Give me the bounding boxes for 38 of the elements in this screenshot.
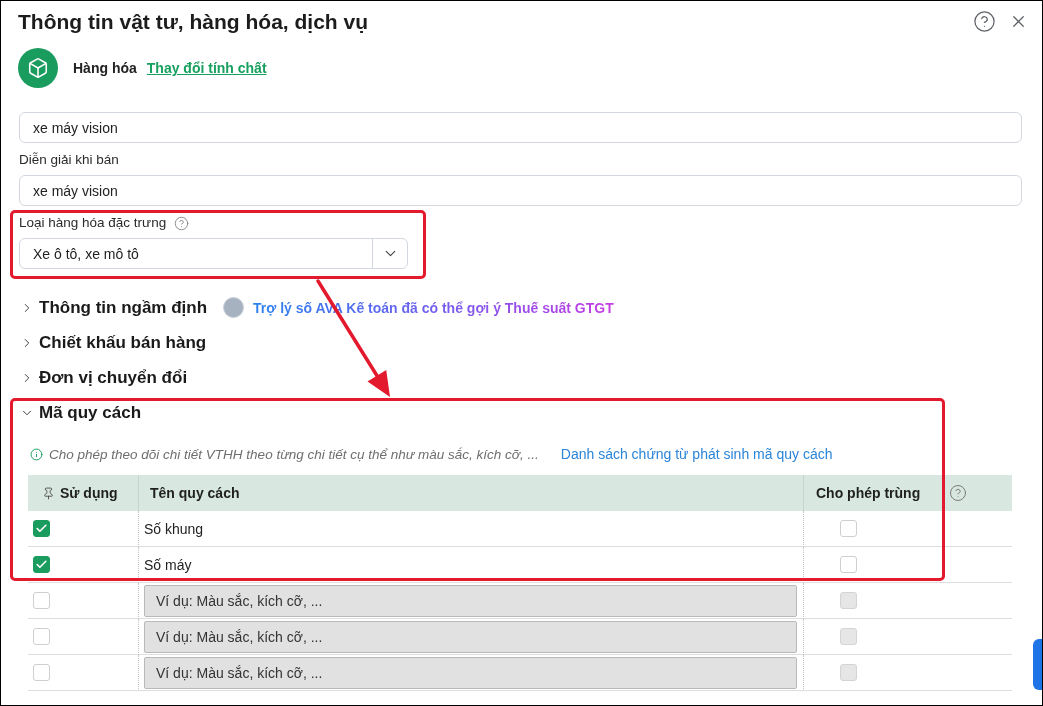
avatar-placeholder [223, 297, 245, 318]
field-label: Loại hàng hóa đặc trưng [19, 214, 167, 232]
input-field[interactable]: xe máy vision [19, 175, 1022, 206]
help-icon[interactable] [174, 215, 190, 231]
table-cell: Số máy [144, 556, 192, 573]
section-toggle[interactable]: Thông tin ngầm định [19, 297, 208, 318]
checkbox[interactable] [33, 520, 50, 537]
checkbox[interactable] [33, 664, 50, 681]
spec-name-input[interactable]: Ví dụ: Màu sắc, kích cỡ, ... [144, 620, 797, 653]
checkbox[interactable] [33, 556, 50, 573]
check-icon [35, 558, 48, 571]
cube-icon [18, 48, 58, 88]
help-icon[interactable] [973, 10, 996, 33]
checkbox[interactable] [840, 520, 857, 537]
section-toggle[interactable]: Đơn vị chuyển đổi [19, 367, 188, 388]
select-field[interactable]: Xe ô tô, xe mô tô [19, 238, 408, 269]
spec-name-input[interactable]: Ví dụ: Màu sắc, kích cỡ, ... [144, 656, 797, 689]
check-icon [35, 522, 48, 535]
dialog-title: Thông tin vật tư, hàng hóa, dịch vụ [18, 9, 369, 35]
input-field[interactable]: xe máy vision [19, 112, 1022, 143]
section-toggle[interactable]: Mã quy cách [19, 402, 142, 423]
column-header: Cho phép trùng [816, 485, 921, 501]
help-icon[interactable] [949, 484, 968, 502]
checkbox[interactable] [33, 628, 50, 645]
table-cell: Số khung [144, 520, 204, 537]
checkbox[interactable] [840, 556, 857, 573]
pin-icon[interactable] [42, 486, 55, 500]
column-header: Tên quy cách [150, 485, 240, 501]
field-label: Diễn giải khi bán [19, 151, 119, 169]
column-header: Sử dụng [60, 485, 118, 501]
spec-name-input[interactable]: Ví dụ: Màu sắc, kích cỡ, ... [144, 584, 797, 617]
item-type-label: Hàng hóa [73, 60, 137, 76]
hint-text: Cho phép theo dõi chi tiết VTHH theo từng chi tiết cụ thể như màu sắc, kích cỡ, ... [49, 446, 539, 462]
documents-link[interactable]: Danh sách chứng từ phát sinh mã quy cách [560, 446, 833, 462]
info-icon [30, 447, 43, 461]
section-toggle[interactable]: Chiết khấu bán hàng [19, 332, 207, 353]
checkbox[interactable] [33, 592, 50, 609]
side-tab-button[interactable] [1033, 639, 1042, 690]
